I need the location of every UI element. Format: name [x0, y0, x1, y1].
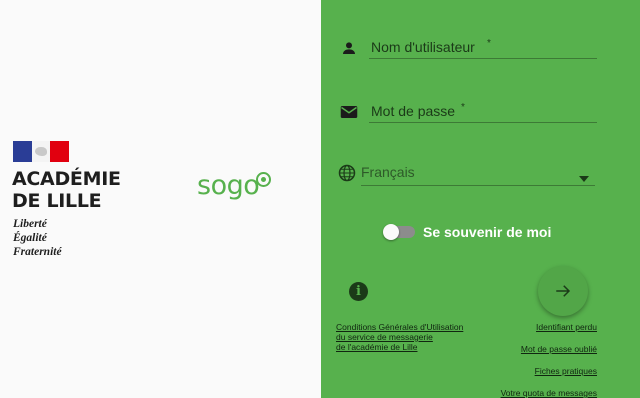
cgu-link-line-3: de l'académie de Lille [336, 342, 418, 352]
username-underline [369, 58, 597, 59]
username-field[interactable]: Nom d'utilisateur * [339, 38, 597, 62]
mail-icon [339, 102, 359, 122]
info-icon[interactable]: i [349, 282, 368, 301]
motto-fraternite: Fraternité [13, 246, 62, 258]
republic-motto: Liberté Égalité Fraternité [13, 217, 62, 259]
remember-me-toggle[interactable] [383, 224, 415, 240]
language-value: Français [361, 164, 415, 180]
cgu-link-line-1: Conditions Générales d'Utilisation [336, 322, 464, 332]
academie-line-1: ACADÉMIE [12, 168, 121, 190]
motto-liberte: Liberté [13, 218, 47, 230]
academie-line-2: DE LILLE [12, 190, 102, 212]
language-underline [361, 185, 595, 186]
forgot-password-link[interactable]: Mot de passe oublié [521, 344, 597, 354]
quota-link[interactable]: Votre quota de messages [501, 388, 597, 398]
password-required-marker: * [461, 102, 465, 113]
toggle-knob [383, 224, 399, 240]
cgu-link[interactable]: Conditions Générales d'Utilisation du se… [336, 322, 463, 352]
password-underline [369, 122, 597, 123]
person-icon [339, 38, 359, 58]
motto-egalite: Égalité [13, 232, 47, 244]
globe-icon [337, 163, 357, 183]
login-submit-button[interactable] [538, 266, 588, 316]
remember-me-label[interactable]: Se souvenir de moi [423, 224, 551, 240]
marianne-flag-logo [13, 141, 69, 162]
lost-id-link[interactable]: Identifiant perdu [536, 322, 597, 332]
password-field[interactable]: Mot de passe * [339, 102, 597, 126]
cgu-link-line-2: du service de messagerie [336, 332, 433, 342]
sogo-logo: sogo [197, 170, 260, 201]
password-label: Mot de passe [371, 103, 456, 119]
username-label: Nom d'utilisateur [371, 39, 475, 55]
sogo-logo-ring [256, 172, 271, 187]
language-select[interactable]: Français [337, 163, 597, 187]
username-required-marker: * [487, 38, 491, 49]
branding-panel: ACADÉMIE DE LILLE Liberté Égalité Frater… [0, 0, 321, 398]
help-sheets-link[interactable]: Fiches pratiques [535, 366, 597, 376]
arrow-right-icon [554, 282, 572, 305]
academie-name: ACADÉMIE DE LILLE [12, 168, 121, 212]
